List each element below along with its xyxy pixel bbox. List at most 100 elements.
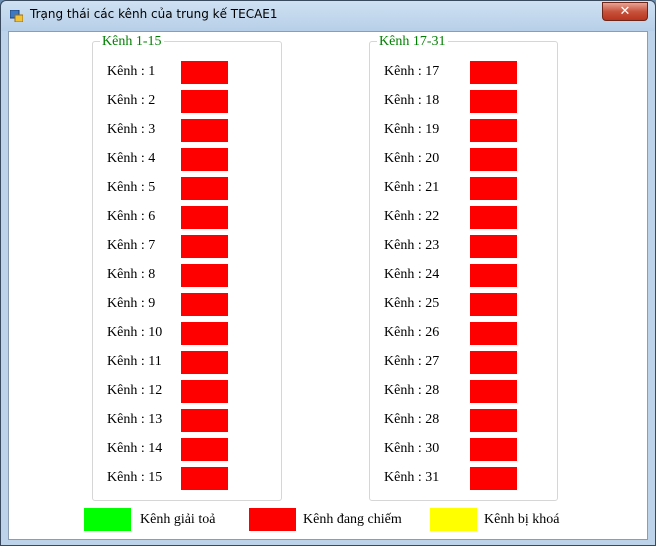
channel-label: Kênh : 30 xyxy=(384,441,440,456)
channel-row: Kênh : 4 xyxy=(107,148,267,171)
close-button[interactable]: ✕ xyxy=(602,2,648,21)
channel-status-indicator xyxy=(470,409,517,432)
channel-status-indicator xyxy=(470,293,517,316)
channel-status-indicator xyxy=(181,119,228,142)
channel-row: Kênh : 9 xyxy=(107,293,267,316)
channel-label: Kênh : 14 xyxy=(107,441,163,456)
channel-status-indicator xyxy=(470,119,517,142)
channel-label: Kênh : 2 xyxy=(107,93,156,108)
channel-label: Kênh : 11 xyxy=(107,354,162,369)
legend-swatch xyxy=(249,508,296,531)
legend-label: Kênh bị khoá xyxy=(484,512,560,527)
title-bar[interactable]: Trạng thái các kênh của trung kế TECAE1 … xyxy=(1,1,655,31)
channel-label: Kênh : 31 xyxy=(384,470,440,485)
channel-status-indicator xyxy=(470,235,517,258)
channel-row: Kênh : 13 xyxy=(107,409,267,432)
channel-label: Kênh : 15 xyxy=(107,470,163,485)
channel-status-indicator xyxy=(181,61,228,84)
channel-row: Kênh : 3 xyxy=(107,119,267,142)
legend-label: Kênh đang chiếm xyxy=(303,512,402,527)
channel-label: Kênh : 5 xyxy=(107,180,156,195)
channel-status-indicator xyxy=(470,90,517,113)
channel-label: Kênh : 28 xyxy=(384,412,440,427)
legend-swatch xyxy=(430,508,477,531)
channel-label: Kênh : 19 xyxy=(384,122,440,137)
channel-row: Kênh : 7 xyxy=(107,235,267,258)
channel-status-indicator xyxy=(470,148,517,171)
channel-status-indicator xyxy=(181,206,228,229)
channel-row: Kênh : 1 xyxy=(107,61,267,84)
channel-label: Kênh : 28 xyxy=(384,383,440,398)
channel-row: Kênh : 12 xyxy=(107,380,267,403)
channel-label: Kênh : 23 xyxy=(384,238,440,253)
app-icon xyxy=(10,10,23,22)
channel-row: Kênh : 15 xyxy=(107,467,267,490)
channel-label: Kênh : 13 xyxy=(107,412,163,427)
group-title-17-31: Kênh 17-31 xyxy=(377,34,448,49)
channel-label: Kênh : 4 xyxy=(107,151,156,166)
channel-status-indicator xyxy=(470,351,517,374)
legend-label: Kênh giải toả xyxy=(140,512,216,527)
channel-label: Kênh : 20 xyxy=(384,151,440,166)
channel-row: Kênh : 20 xyxy=(384,148,544,171)
channel-label: Kênh : 6 xyxy=(107,209,156,224)
channel-status-indicator xyxy=(181,90,228,113)
channel-label: Kênh : 26 xyxy=(384,325,440,340)
group-title-1-15: Kênh 1-15 xyxy=(100,34,164,49)
channel-row: Kênh : 23 xyxy=(384,235,544,258)
channel-row: Kênh : 6 xyxy=(107,206,267,229)
legend-item: Kênh đang chiếm xyxy=(249,508,409,531)
channel-row: Kênh : 30 xyxy=(384,438,544,461)
channel-row: Kênh : 5 xyxy=(107,177,267,200)
channel-label: Kênh : 3 xyxy=(107,122,156,137)
channel-row: Kênh : 14 xyxy=(107,438,267,461)
window-title: Trạng thái các kênh của trung kế TECAE1 xyxy=(30,7,278,21)
channel-status-indicator xyxy=(181,322,228,345)
channel-group-17-31: Kênh 17-31 Kênh : 17 Kênh : 18 Kênh : 19 Kê… xyxy=(369,34,558,501)
legend-item: Kênh bị khoá xyxy=(430,508,590,531)
app-window: Trạng thái các kênh của trung kế TECAE1 … xyxy=(0,0,656,546)
channel-status-indicator xyxy=(470,264,517,287)
channel-label: Kênh : 18 xyxy=(384,93,440,108)
channel-row: Kênh : 26 xyxy=(384,322,544,345)
channel-label: Kênh : 22 xyxy=(384,209,440,224)
channel-label: Kênh : 12 xyxy=(107,383,163,398)
channel-row: Kênh : 28 xyxy=(384,409,544,432)
channel-status-indicator xyxy=(470,467,517,490)
channel-row: Kênh : 19 xyxy=(384,119,544,142)
channel-status-indicator xyxy=(181,409,228,432)
channel-row: Kênh : 27 xyxy=(384,351,544,374)
channel-status-indicator xyxy=(470,61,517,84)
channel-label: Kênh : 24 xyxy=(384,267,440,282)
channel-row: Kênh : 31 xyxy=(384,467,544,490)
channel-status-indicator xyxy=(470,438,517,461)
channel-row: Kênh : 21 xyxy=(384,177,544,200)
channel-status-indicator xyxy=(181,293,228,316)
channel-status-indicator xyxy=(181,467,228,490)
channel-status-indicator xyxy=(181,264,228,287)
legend-swatch xyxy=(84,508,131,531)
client-area: Kênh 1-15 Kênh : 1 Kênh : 2 Kênh : 3 Kênh :… xyxy=(8,31,648,540)
channel-label: Kênh : 10 xyxy=(107,325,163,340)
channel-row: Kênh : 24 xyxy=(384,264,544,287)
channel-status-indicator xyxy=(470,380,517,403)
channel-status-indicator xyxy=(470,177,517,200)
channel-label: Kênh : 21 xyxy=(384,180,440,195)
channel-group-1-15: Kênh 1-15 Kênh : 1 Kênh : 2 Kênh : 3 Kênh :… xyxy=(92,34,282,501)
channel-label: Kênh : 8 xyxy=(107,267,156,282)
channel-status-indicator xyxy=(181,235,228,258)
channel-status-indicator xyxy=(470,206,517,229)
channel-label: Kênh : 1 xyxy=(107,64,156,79)
channel-row: Kênh : 28 xyxy=(384,380,544,403)
channel-status-indicator xyxy=(470,322,517,345)
channel-row: Kênh : 25 xyxy=(384,293,544,316)
channel-status-indicator xyxy=(181,438,228,461)
channel-label: Kênh : 25 xyxy=(384,296,440,311)
channel-row: Kênh : 18 xyxy=(384,90,544,113)
channel-status-indicator xyxy=(181,177,228,200)
channel-row: Kênh : 8 xyxy=(107,264,267,287)
channel-status-indicator xyxy=(181,351,228,374)
channel-row: Kênh : 11 xyxy=(107,351,267,374)
channel-row: Kênh : 17 xyxy=(384,61,544,84)
channel-status-indicator xyxy=(181,380,228,403)
